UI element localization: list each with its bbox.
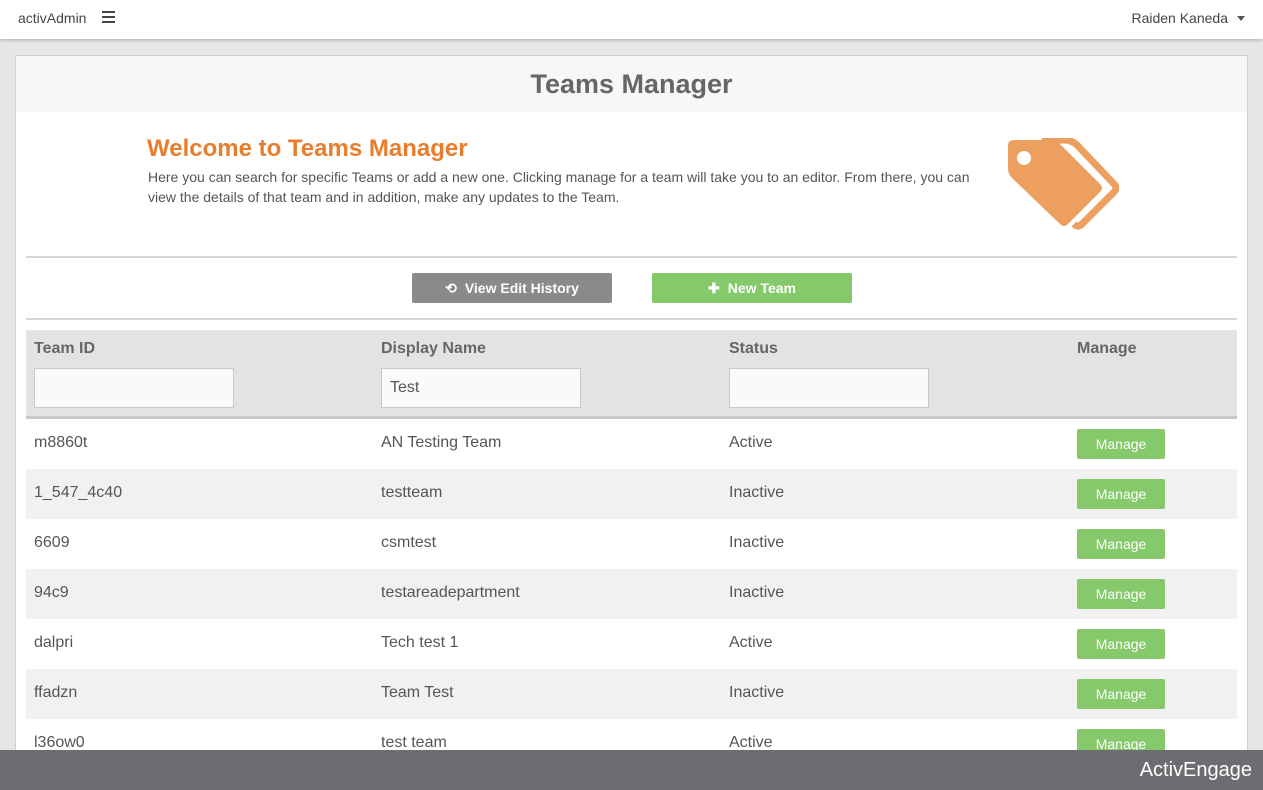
manage-button[interactable]: Manage [1077,529,1165,559]
welcome-description: Here you can search for specific Teams o… [148,169,970,205]
divider [26,256,1237,258]
display-name-cell: testteam [381,484,443,501]
column-header-display-name: Display Name [381,340,486,357]
status-cell: Inactive [729,484,785,501]
manage-button[interactable]: Manage [1077,479,1165,509]
status-filter-input[interactable] [729,368,929,408]
status-cell: Inactive [729,584,785,601]
team-id-cell: dalpri [34,634,74,651]
app-brand[interactable]: activAdmin [18,10,86,26]
display-name-filter-input[interactable] [381,368,581,408]
display-name-cell: csmtest [381,534,437,551]
display-name-cell: Tech test 1 [381,634,459,651]
top-navbar: activAdmin Raiden Kaneda [0,0,1263,39]
display-name-cell: AN Testing Team [381,434,502,451]
panel-header: Teams Manager [16,56,1247,112]
status-cell: Active [729,434,773,451]
table-body: m8860t AN Testing Team Active Manage 1_5… [26,419,1237,769]
footer-brand: ActivEngage [1139,759,1252,781]
new-team-button[interactable]: ✚ New Team [652,273,852,303]
view-edit-history-label: View Edit History [464,280,579,296]
manage-button[interactable]: Manage [1077,629,1165,659]
manage-button[interactable]: Manage [1077,429,1165,459]
page-title: Teams Manager [530,69,733,99]
table-row: 94c9 testareadepartment Inactive Manage [26,569,1237,619]
view-edit-history-button[interactable]: ⟲ View Edit History [412,273,612,303]
table-row: m8860t AN Testing Team Active Manage [26,419,1237,469]
table-row: ffadzn Team Test Inactive Manage [26,669,1237,719]
status-cell: Inactive [729,534,785,551]
column-header-status: Status [729,340,778,357]
table-row: dalpri Tech test 1 Active Manage [26,619,1237,669]
column-header-manage: Manage [1077,340,1137,357]
user-menu[interactable]: Raiden Kaneda [1131,10,1245,26]
new-team-label: New Team [727,280,796,296]
team-id-cell: m8860t [34,434,88,451]
team-id-cell: 6609 [34,534,70,551]
display-name-cell: testareadepartment [381,584,520,601]
team-id-cell: 1_547_4c40 [34,484,123,501]
welcome-title: Welcome to Teams Manager [147,135,468,162]
team-id-cell: 94c9 [34,584,69,601]
hamburger-icon[interactable] [102,11,115,23]
table-row: 6609 csmtest Inactive Manage [26,519,1237,569]
table-row: 1_547_4c40 testteam Inactive Manage [26,469,1237,519]
table-header: Team ID Display Name Status Manage [26,330,1237,419]
user-name: Raiden Kaneda [1131,10,1228,26]
team-id-cell: ffadzn [34,684,78,701]
teams-panel: Teams Manager Welcome to Teams Manager H… [15,55,1248,775]
tags-icon [1008,138,1119,230]
teams-table: Team ID Display Name Status Manage m8860… [26,330,1237,769]
footer-bar: ActivEngage [0,750,1263,790]
status-cell: Inactive [729,684,785,701]
manage-button[interactable]: Manage [1077,579,1165,609]
chevron-down-icon [1237,16,1245,21]
status-cell: Active [729,634,773,651]
divider [26,318,1237,320]
plus-icon: ✚ [708,279,720,296]
column-header-team-id: Team ID [34,340,96,357]
manage-button[interactable]: Manage [1077,679,1165,709]
team-id-filter-input[interactable] [34,368,234,408]
display-name-cell: Team Test [381,684,454,701]
history-icon: ⟲ [445,279,457,296]
